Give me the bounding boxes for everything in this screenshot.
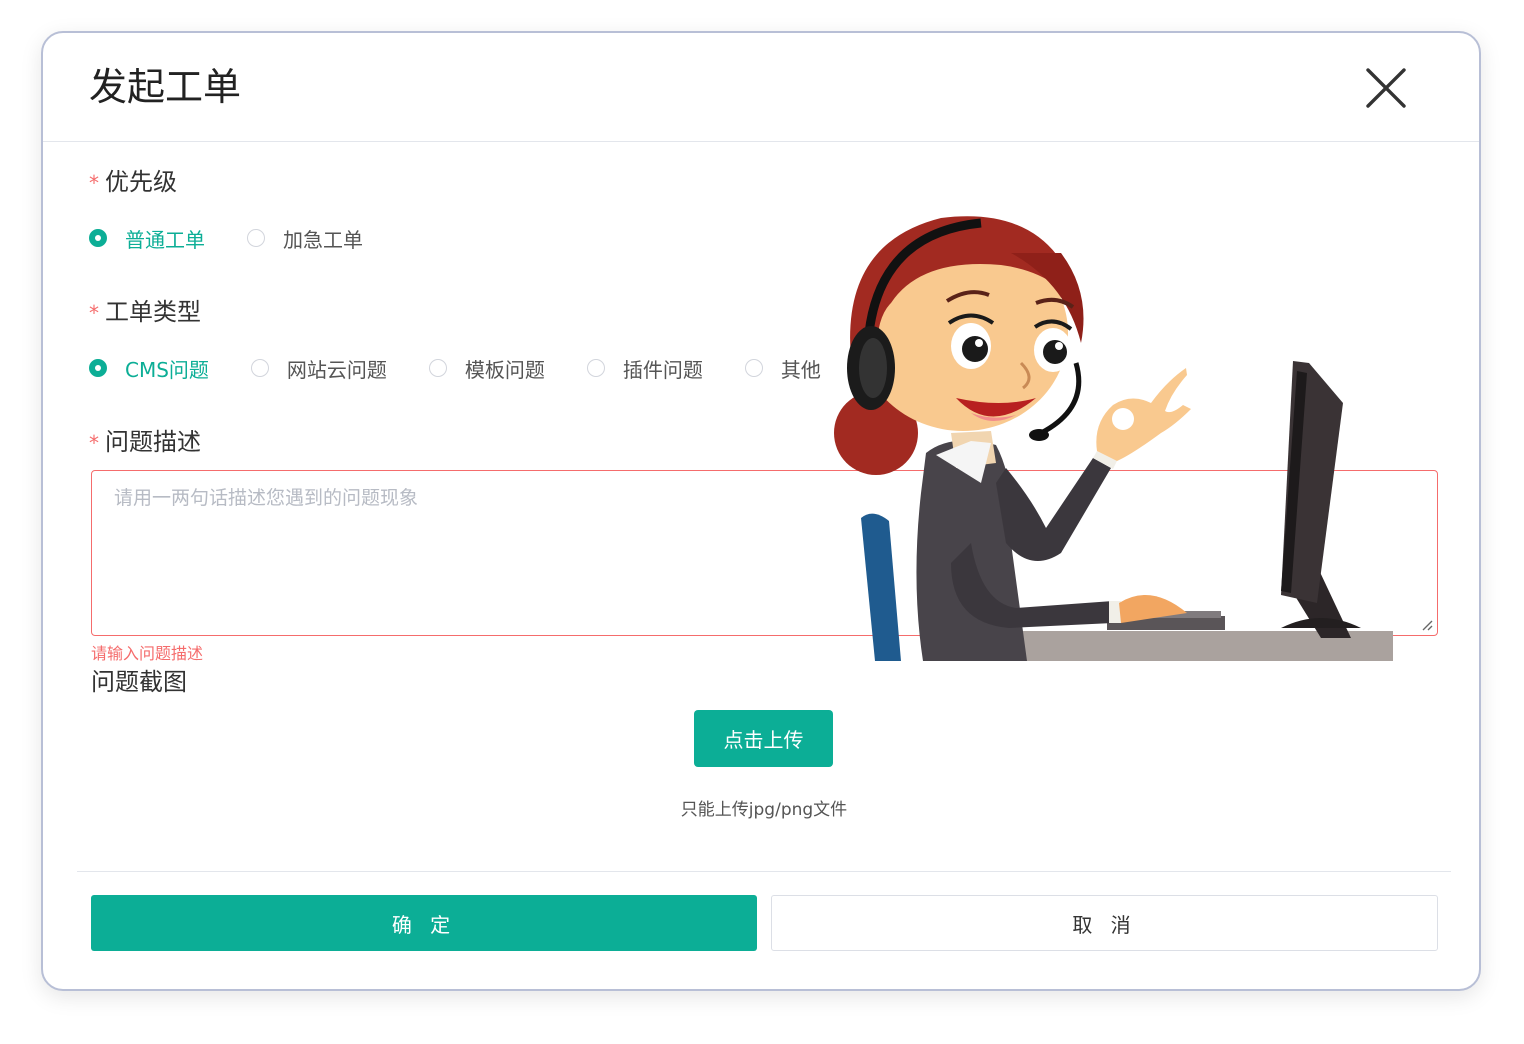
radio-type-plugin[interactable]: 插件问题 (586, 354, 703, 383)
radio-priority-urgent[interactable]: 加急工单 (247, 224, 363, 253)
cancel-button[interactable]: 取 消 (771, 895, 1438, 951)
upload-button[interactable]: 点击上传 (694, 710, 833, 767)
radio-dot (586, 359, 605, 377)
required-mark: * (89, 301, 99, 325)
radio-dot (744, 359, 763, 377)
radio-priority-normal[interactable]: 普通工单 (89, 224, 205, 253)
close-icon (1366, 68, 1406, 108)
dialog-header: 发起工单 (43, 33, 1479, 142)
radio-type-cms[interactable]: CMS问题 (89, 354, 209, 383)
close-button[interactable] (1363, 65, 1409, 111)
description-label: * 问题描述 (89, 428, 201, 456)
customer-service-illustration (834, 216, 1393, 661)
dialog-title: 发起工单 (89, 65, 242, 109)
radio-type-template[interactable]: 模板问题 (428, 354, 545, 383)
required-mark: * (89, 431, 99, 455)
radio-type-site-cloud[interactable]: 网站云问题 (250, 354, 387, 383)
required-mark: * (89, 171, 99, 195)
radio-dot (428, 359, 447, 377)
priority-radio-group: 普通工单 加急工单 (89, 221, 405, 255)
radio-dot (247, 229, 265, 247)
priority-label: * 优先级 (89, 168, 177, 196)
radio-type-other[interactable]: 其他 (744, 354, 821, 383)
screenshot-label: 问题截图 (91, 668, 187, 696)
confirm-button[interactable]: 确 定 (91, 895, 757, 951)
resize-grip-icon[interactable] (1421, 619, 1433, 631)
description-placeholder: 请用一两句话描述您遇到的问题现象 (114, 487, 419, 509)
description-error: 请输入问题描述 (91, 644, 204, 663)
upload-tip: 只能上传jpg/png文件 (680, 800, 848, 820)
ticket-type-radio-group: CMS问题 网站云问题 模板问题 插件问题 其他 (89, 351, 863, 385)
radio-dot (250, 359, 269, 377)
ticket-type-label: * 工单类型 (89, 298, 201, 326)
radio-dot (89, 229, 107, 247)
ticket-dialog: 发起工单 * 优先级 普通工单 加急工单 * 工单类型 CMS问题 网站云问题 … (41, 31, 1481, 991)
radio-dot (89, 359, 107, 377)
footer-divider (77, 871, 1451, 872)
